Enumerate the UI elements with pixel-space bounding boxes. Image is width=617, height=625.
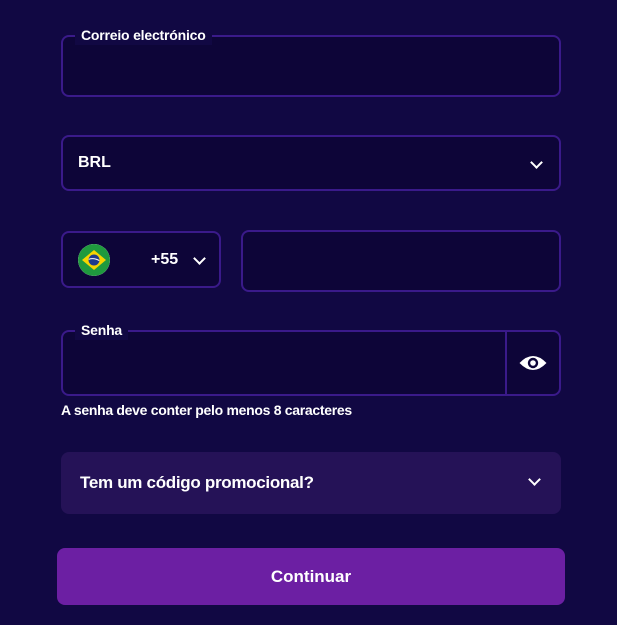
currency-value: BRL	[78, 154, 111, 171]
eye-icon	[519, 356, 547, 370]
promo-code-toggle[interactable]: Tem um código promocional?	[61, 452, 561, 514]
phone-field[interactable]	[241, 230, 561, 292]
email-input[interactable]	[63, 37, 559, 95]
brazil-flag-icon	[78, 244, 110, 276]
country-code-select[interactable]: +55	[61, 231, 221, 288]
currency-select[interactable]: BRL	[61, 135, 561, 191]
chevron-down-icon	[528, 473, 541, 486]
promo-code-label: Tem um código promocional?	[80, 473, 314, 492]
email-field[interactable]: Correio electrónico	[61, 25, 561, 97]
password-input[interactable]	[63, 332, 509, 394]
password-field[interactable]: Senha	[61, 320, 561, 396]
chevron-down-icon	[193, 252, 206, 265]
dial-code: +55	[151, 250, 179, 268]
show-password-button[interactable]	[505, 332, 559, 394]
password-hint: A senha deve conter pelo menos 8 caracte…	[61, 402, 352, 418]
phone-input[interactable]	[243, 232, 559, 290]
continue-button[interactable]: Continuar	[57, 548, 565, 605]
chevron-down-icon	[530, 156, 543, 169]
